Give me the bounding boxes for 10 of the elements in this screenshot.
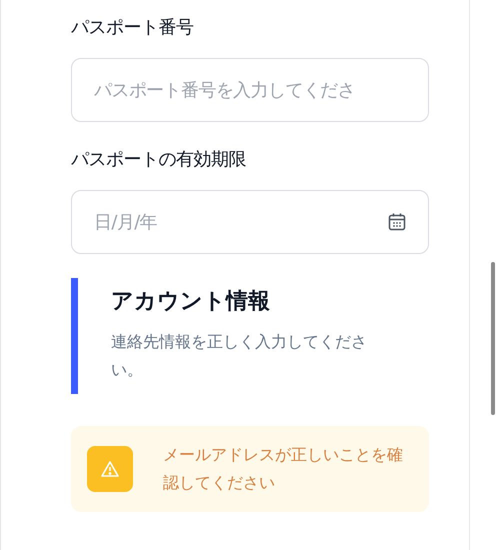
calendar-icon[interactable]	[387, 212, 407, 232]
field-label: パスポート番号	[71, 16, 194, 40]
date-field[interactable]: 日/月/年	[71, 190, 429, 254]
field-label: パスポートの有効期限	[71, 148, 247, 172]
section-title: アカウント情報	[111, 288, 271, 316]
section-description: 連絡先情報を正しく入力してください。	[111, 331, 368, 381]
input-field[interactable]: パスポート番号を入力してくださ	[71, 58, 429, 122]
warning-icon	[87, 446, 133, 492]
alert-message: メールアドレスが正しいことを確認してください	[163, 444, 403, 494]
scrollbar[interactable]	[491, 262, 495, 415]
